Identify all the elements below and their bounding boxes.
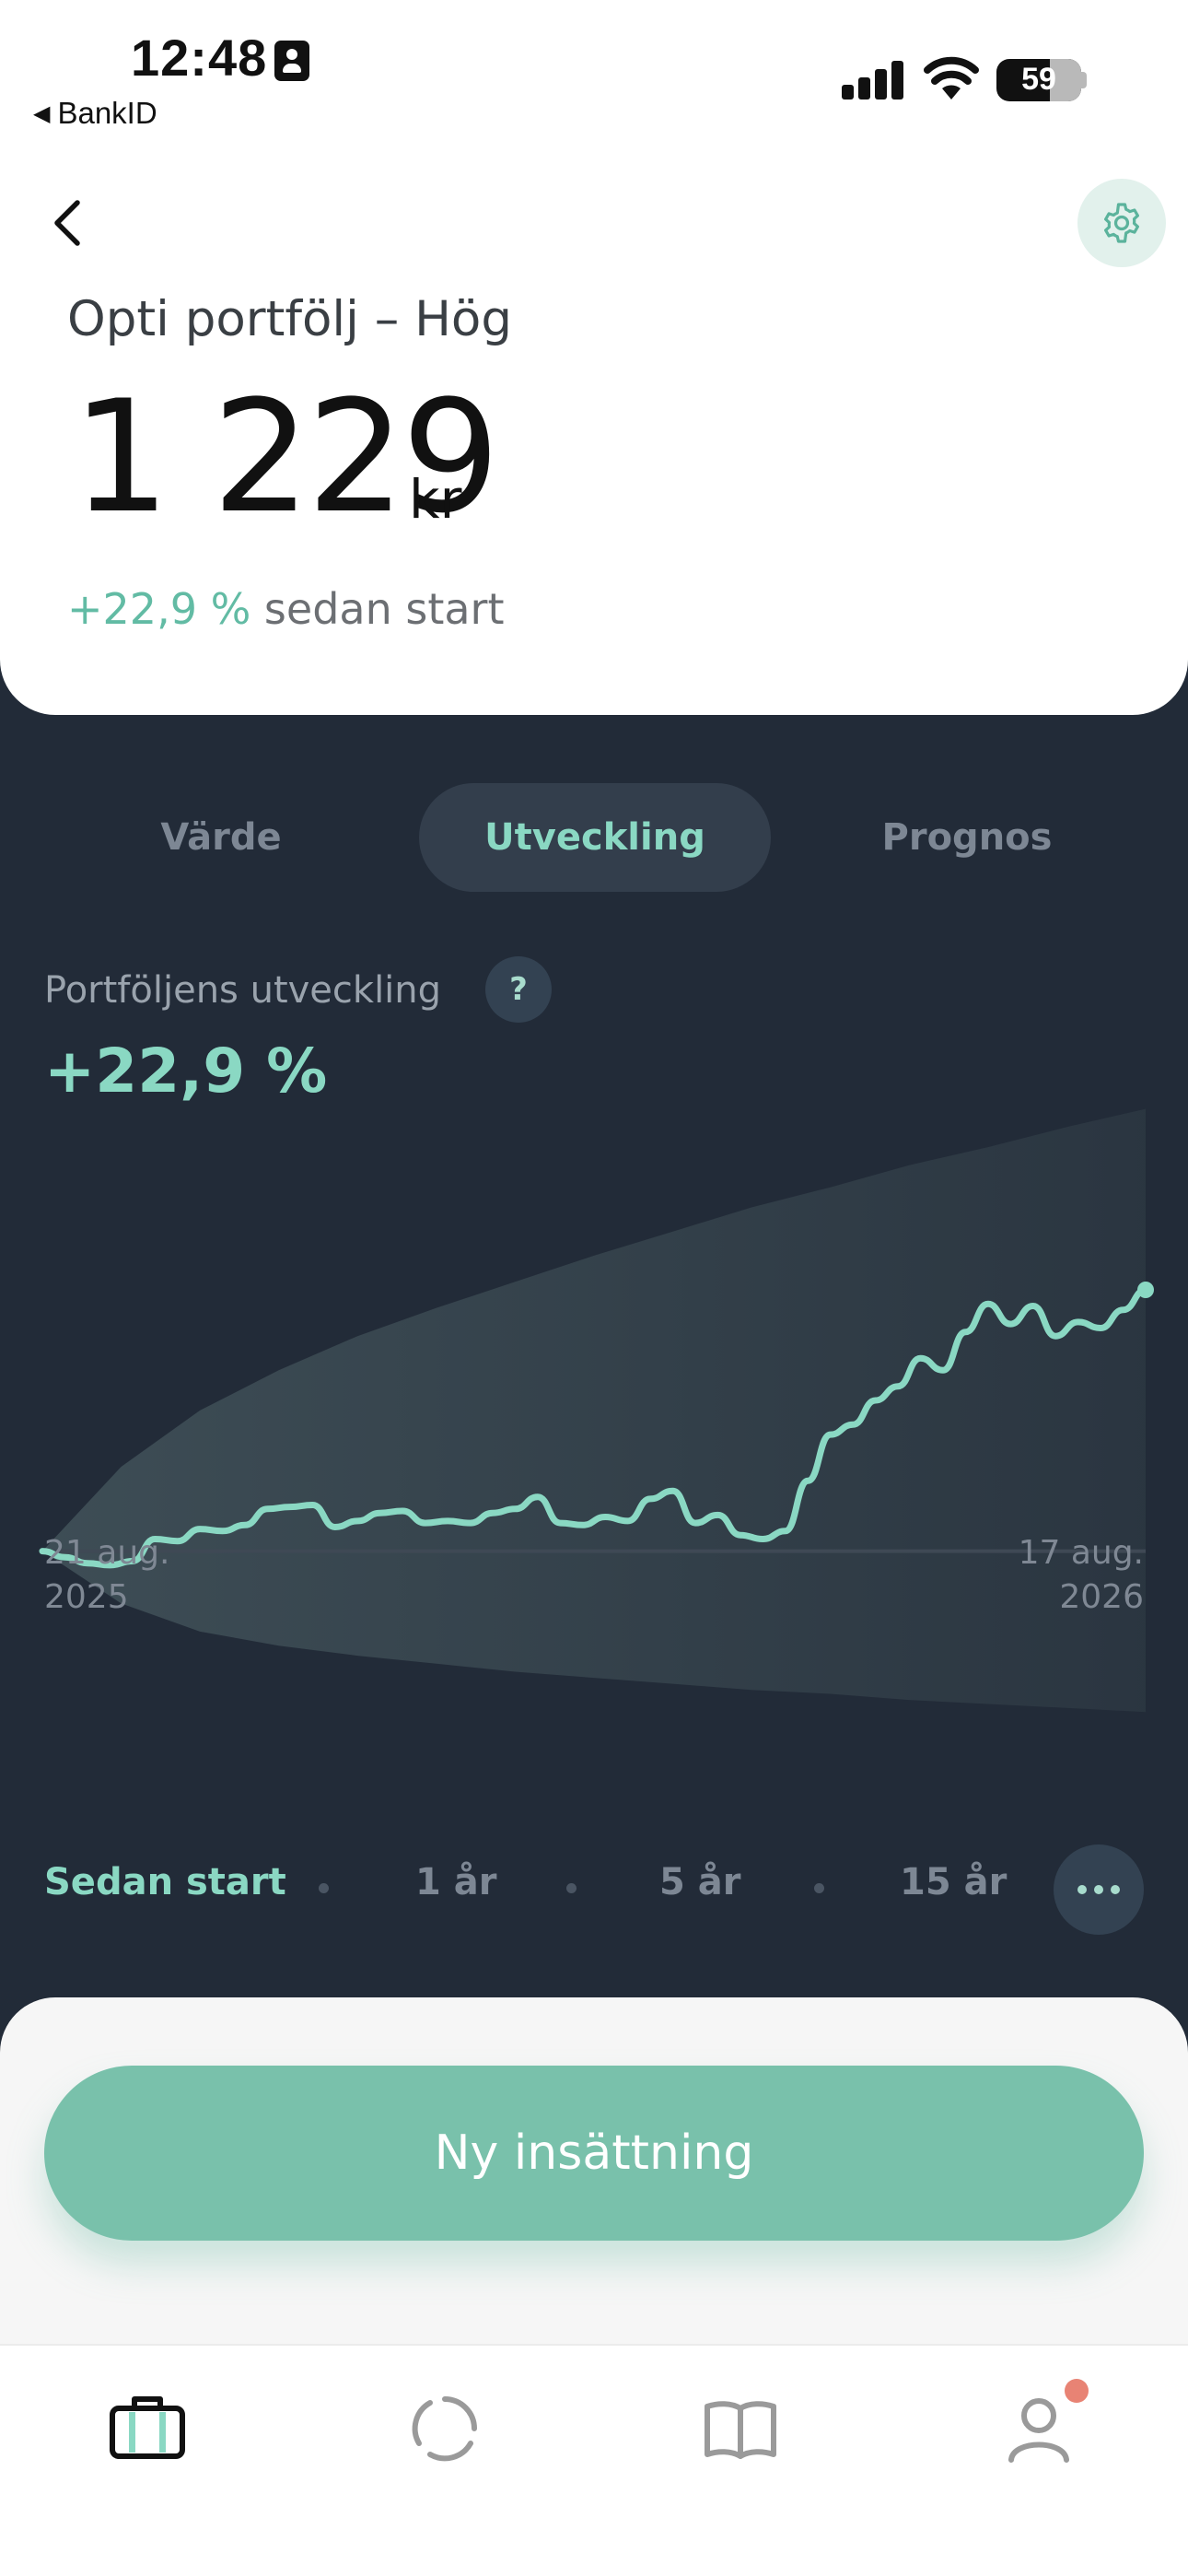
period-1-year[interactable]: 1 år — [415, 1861, 496, 1903]
series-end-point — [1137, 1282, 1154, 1298]
change-since-start: +22,9 % sedan start — [67, 584, 505, 634]
settings-button[interactable] — [1077, 179, 1166, 267]
performance-label: Portföljens utveckling — [44, 969, 442, 1012]
return-to-app-link[interactable]: ◀ BankID — [33, 96, 157, 131]
back-triangle-icon: ◀ — [33, 101, 51, 126]
return-app-label: BankID — [57, 96, 157, 130]
id-card-icon — [274, 41, 309, 81]
more-dot — [1077, 1885, 1087, 1894]
separator-dot — [814, 1883, 824, 1893]
portfolio-name: Opti portfölj – Hög — [67, 291, 513, 347]
period-15-years[interactable]: 15 år — [900, 1861, 1007, 1903]
x-start-year: 2025 — [44, 1578, 129, 1616]
bottom-navigation — [0, 2344, 1188, 2576]
book-icon[interactable] — [694, 2383, 786, 2475]
separator-dot — [319, 1883, 329, 1893]
portfolio-icon[interactable] — [101, 2383, 193, 2475]
battery-tip — [1081, 72, 1087, 88]
tab-forecast[interactable]: Prognos — [866, 783, 1068, 892]
status-time: 12:48 — [131, 29, 268, 87]
cellular-signal-icon — [842, 61, 904, 100]
period-5-years[interactable]: 5 år — [659, 1861, 740, 1903]
notification-badge — [1065, 2379, 1089, 2403]
x-end-day: 17 aug. — [1018, 1534, 1144, 1572]
new-deposit-button[interactable]: Ny insättning — [44, 2066, 1144, 2241]
more-dot — [1111, 1885, 1120, 1894]
tab-value[interactable]: Värde — [122, 783, 320, 892]
x-end-year: 2026 — [1059, 1578, 1144, 1616]
forecast-band — [42, 1108, 1146, 1713]
period-since-start[interactable]: Sedan start — [44, 1861, 286, 1903]
battery-icon: 59 — [996, 59, 1081, 101]
more-periods-button[interactable] — [1054, 1844, 1144, 1935]
separator-dot — [566, 1883, 577, 1893]
x-start-label: 21 aug. 2025 — [44, 1531, 169, 1620]
change-suffix: sedan start — [263, 584, 505, 634]
tab-development[interactable]: Utveckling — [419, 783, 771, 892]
change-value: +22,9 % — [67, 584, 251, 634]
performance-chart — [39, 1108, 1154, 1713]
x-start-day: 21 aug. — [44, 1534, 170, 1572]
app-screen: 12:48 ◀ BankID 59 Opti portfölj – Hög 1 2… — [0, 0, 1188, 2576]
battery-level: 59 — [1021, 62, 1056, 97]
more-dot — [1094, 1885, 1103, 1894]
wifi-icon — [924, 56, 979, 100]
x-end-label: 17 aug. 2026 — [1019, 1531, 1144, 1620]
gear-icon — [1104, 203, 1139, 243]
currency-unit: kr — [409, 468, 462, 531]
help-button[interactable]: ? — [485, 956, 552, 1023]
back-arrow-icon[interactable] — [44, 195, 90, 251]
activity-icon[interactable] — [399, 2383, 491, 2475]
